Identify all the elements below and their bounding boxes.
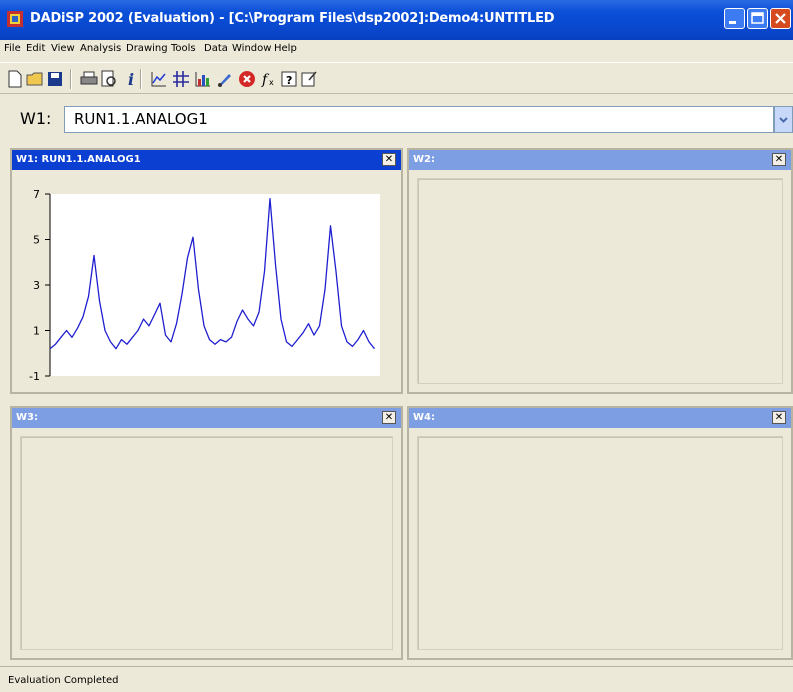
svg-text:i: i: [128, 70, 134, 88]
maximize-button[interactable]: [747, 8, 768, 29]
svg-text:x: x: [269, 78, 274, 87]
brush-icon[interactable]: [216, 70, 234, 88]
menu-analysis[interactable]: Analysis: [80, 43, 121, 54]
stop-icon[interactable]: [238, 70, 256, 88]
window-w4-close-button[interactable]: ✕: [772, 411, 786, 424]
window-w4-body[interactable]: [417, 436, 783, 650]
title-bar: DADiSP 2002 (Evaluation) - [C:\Program F…: [0, 0, 793, 40]
window-w3-title: W3:: [16, 412, 38, 423]
window-title: DADiSP 2002 (Evaluation) - [C:\Program F…: [30, 11, 555, 26]
window-w4[interactable]: W4: ✕: [407, 406, 793, 660]
window-w2-titlebar[interactable]: W2: ✕: [409, 150, 791, 170]
menu-edit[interactable]: Edit: [26, 43, 45, 54]
new-file-icon[interactable]: [6, 70, 24, 88]
window-w1-body[interactable]: -113570100200300400500: [20, 178, 393, 384]
y-tick-label: 5: [33, 234, 40, 247]
toolbar-separator: [70, 69, 72, 89]
toolbar: i fx ?: [0, 62, 793, 94]
menu-bar: File Edit View Analysis Drawing Tools Da…: [0, 40, 793, 62]
edit-icon[interactable]: [300, 70, 318, 88]
maximize-icon: [751, 12, 764, 24]
plot-area: [50, 194, 380, 376]
formula-dropdown-button[interactable]: [774, 106, 793, 133]
menu-window[interactable]: Window: [232, 43, 271, 54]
formula-input[interactable]: RUN1.1.ANALOG1: [64, 106, 774, 133]
window-w3[interactable]: W3: ✕: [10, 406, 403, 660]
minimize-icon: [729, 21, 736, 24]
menu-file[interactable]: File: [4, 43, 21, 54]
chart-icon[interactable]: [194, 70, 212, 88]
help-icon[interactable]: ?: [280, 70, 298, 88]
window-w2[interactable]: W2: ✕: [407, 148, 793, 394]
y-tick-label: -1: [29, 370, 40, 380]
info-icon[interactable]: i: [122, 70, 140, 88]
menu-tools[interactable]: Tools: [171, 43, 196, 54]
status-bar: Evaluation Completed: [0, 666, 793, 692]
graph-icon[interactable]: [150, 70, 168, 88]
y-tick-label: 7: [33, 188, 40, 201]
signal-chart[interactable]: -113570100200300400500: [12, 170, 389, 380]
y-tick-label: 3: [33, 279, 40, 292]
app-icon: [7, 11, 23, 27]
toolbar-separator: [140, 69, 142, 89]
window-w1-title: W1: RUN1.1.ANALOG1: [16, 154, 141, 165]
open-folder-icon[interactable]: [26, 70, 44, 88]
save-disk-icon[interactable]: [46, 70, 64, 88]
window-w3-titlebar[interactable]: W3: ✕: [12, 408, 401, 428]
window-w1-close-button[interactable]: ✕: [382, 153, 396, 166]
window-w2-title: W2:: [413, 154, 435, 165]
status-text: Evaluation Completed: [8, 675, 119, 686]
command-bar: W1: RUN1.1.ANALOG1: [0, 96, 793, 144]
function-icon[interactable]: fx: [260, 70, 278, 88]
window-w3-body[interactable]: [20, 436, 393, 650]
chevron-down-icon: [779, 117, 788, 123]
menu-view[interactable]: View: [51, 43, 75, 54]
print-icon[interactable]: [80, 70, 98, 88]
menu-drawing[interactable]: Drawing: [126, 43, 168, 54]
menu-data[interactable]: Data: [204, 43, 228, 54]
window-w3-close-button[interactable]: ✕: [382, 411, 396, 424]
window-label: W1:: [20, 109, 52, 128]
close-button[interactable]: [770, 8, 791, 29]
minimize-button[interactable]: [724, 8, 745, 29]
y-tick-label: 1: [33, 325, 40, 338]
print-preview-icon[interactable]: [100, 70, 118, 88]
window-w2-close-button[interactable]: ✕: [772, 153, 786, 166]
close-icon: [775, 13, 786, 24]
menu-help[interactable]: Help: [274, 43, 297, 54]
window-w4-titlebar[interactable]: W4: ✕: [409, 408, 791, 428]
svg-text:?: ?: [286, 74, 292, 87]
window-w2-body[interactable]: [417, 178, 783, 384]
window-w4-title: W4:: [413, 412, 435, 423]
window-w1-titlebar[interactable]: W1: RUN1.1.ANALOG1 ✕: [12, 150, 401, 170]
window-w1[interactable]: W1: RUN1.1.ANALOG1 ✕ -113570100200300400…: [10, 148, 403, 394]
grid-icon[interactable]: [172, 70, 190, 88]
